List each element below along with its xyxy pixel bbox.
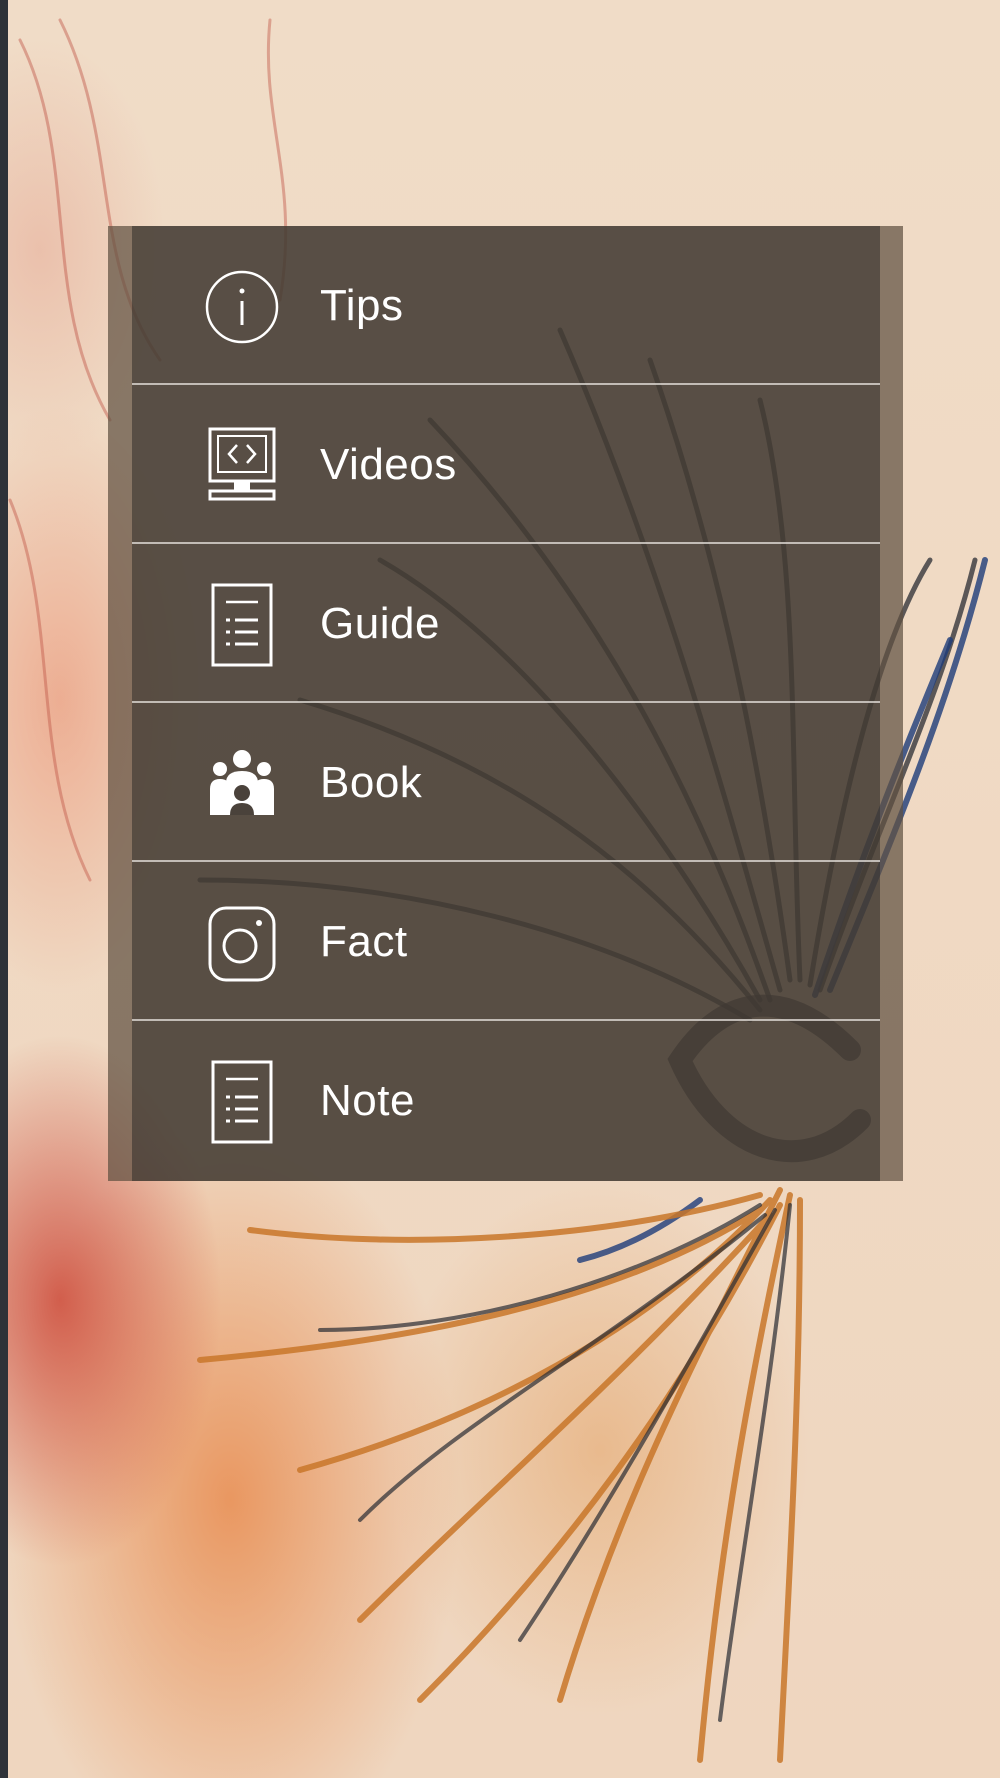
menu-item-guide[interactable]: Guide [132, 544, 880, 703]
menu-item-tips[interactable]: Tips [132, 226, 880, 385]
menu-item-note[interactable]: Note [132, 1021, 880, 1180]
menu-item-label: Videos [320, 440, 457, 489]
info-icon [198, 263, 286, 351]
document-list-icon [198, 1058, 286, 1146]
menu-item-label: Fact [320, 917, 408, 966]
menu-item-label: Book [320, 758, 423, 807]
menu-item-videos[interactable]: Videos [132, 385, 880, 544]
monitor-code-icon [198, 422, 286, 510]
menu-item-fact[interactable]: Fact [132, 862, 880, 1021]
instagram-icon [198, 899, 286, 987]
menu-item-label: Guide [320, 599, 440, 648]
document-list-icon [198, 581, 286, 669]
menu-item-label: Tips [320, 281, 404, 330]
main-menu-list: Tips Videos Guide Book Fact Note [132, 226, 880, 1181]
menu-item-book[interactable]: Book [132, 703, 880, 862]
people-group-icon [198, 740, 286, 828]
main-menu-panel: Tips Videos Guide Book Fact Note [108, 226, 903, 1181]
left-edge-bar [0, 0, 8, 1778]
menu-item-label: Note [320, 1076, 415, 1125]
